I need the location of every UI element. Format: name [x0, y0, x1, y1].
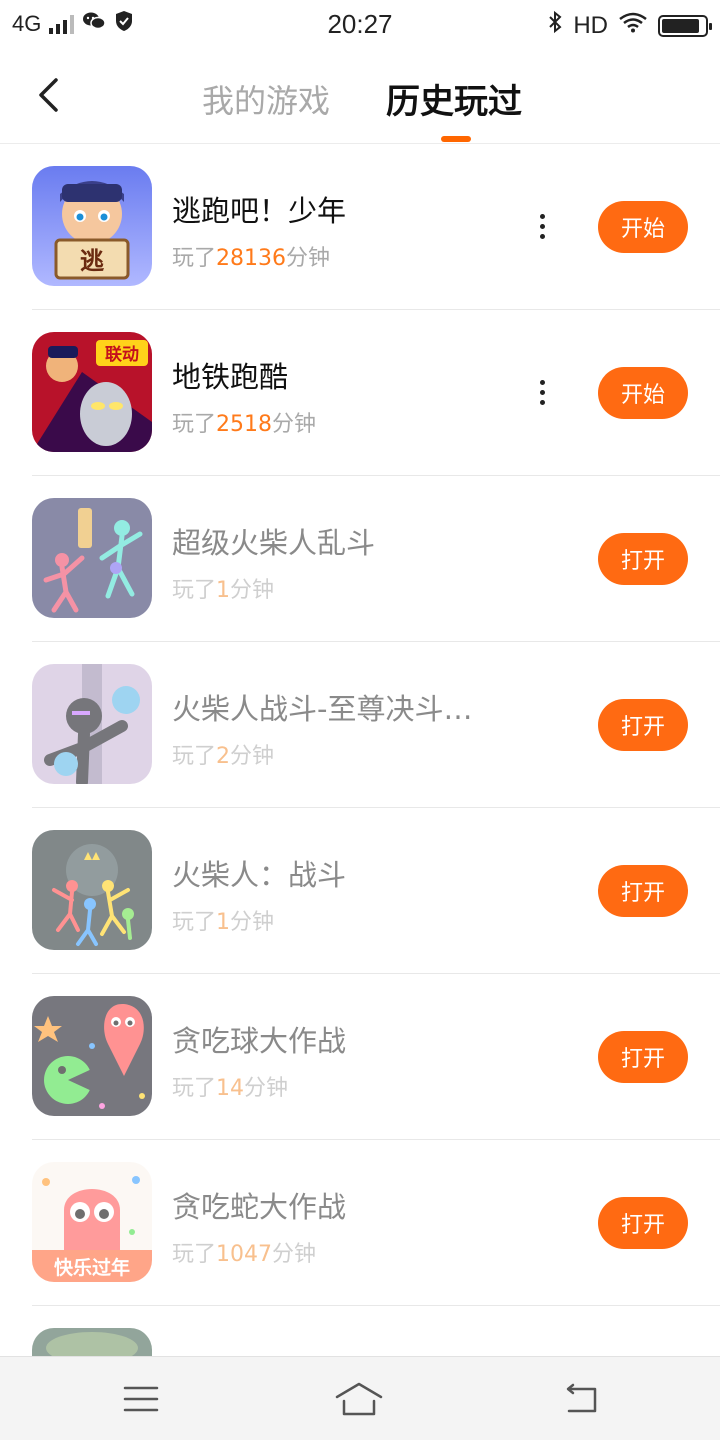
snake-battle-game-icon: 快乐过年	[32, 1162, 152, 1282]
game-row[interactable]: 火柴人：战斗 玩了1分钟 打开	[0, 808, 720, 974]
stickman-brawl-game-icon	[32, 498, 152, 618]
game-row[interactable]: 超级火柴人乱斗 玩了1分钟 打开	[0, 476, 720, 642]
game-title: 地铁跑酷	[172, 360, 289, 394]
game-title: 逃跑吧！少年	[172, 194, 347, 228]
wifi-icon	[618, 11, 648, 40]
play-minutes: 1047	[216, 1242, 273, 1267]
play-time-suffix: 分钟	[230, 744, 275, 769]
play-minutes: 14	[216, 1076, 245, 1101]
chevron-left-icon	[39, 78, 58, 112]
hd-label: HD	[573, 11, 608, 39]
play-time-suffix: 分钟	[286, 246, 331, 271]
active-tab-indicator	[441, 136, 471, 142]
play-minutes: 2	[216, 744, 231, 769]
status-right: HD	[547, 10, 712, 41]
system-navigation-bar	[0, 1356, 720, 1440]
open-button[interactable]: 打开	[598, 865, 688, 917]
tab-history-played[interactable]: 历史玩过	[386, 74, 522, 123]
game-row[interactable]: 逃 逃跑吧！少年 玩了28136分钟 开始	[0, 144, 720, 310]
stickman-fight-game-icon	[32, 830, 152, 950]
open-button[interactable]: 打开	[598, 533, 688, 585]
back-button[interactable]	[26, 70, 70, 120]
play-time-prefix: 玩了	[172, 910, 217, 935]
game-title: 贪吃蛇大作战	[172, 1190, 347, 1224]
escape-boy-game-icon: 逃	[32, 166, 152, 286]
play-minutes: 28136	[216, 246, 287, 271]
more-options-icon[interactable]	[530, 206, 554, 246]
battery-icon	[658, 14, 712, 37]
play-minutes: 2518	[216, 412, 273, 437]
more-options-icon[interactable]	[530, 372, 554, 412]
game-title: 超级火柴人乱斗	[172, 526, 376, 560]
start-button[interactable]: 开始	[598, 201, 688, 253]
play-time-prefix: 玩了	[172, 744, 217, 769]
game-title: 贪吃球大作战	[172, 1024, 347, 1058]
play-time: 玩了1分钟	[172, 572, 274, 604]
play-time: 玩了1分钟	[172, 904, 274, 936]
home-icon[interactable]	[334, 1377, 384, 1421]
open-button[interactable]: 打开	[598, 699, 688, 751]
bluetooth-icon	[547, 10, 563, 41]
play-time: 玩了14分钟	[172, 1070, 288, 1102]
ball-battle-game-icon	[32, 996, 152, 1116]
game-list: 逃 逃跑吧！少年 玩了28136分钟 开始 联动 地铁跑酷 玩了2518分钟 开…	[0, 144, 720, 1440]
game-title: 火柴人战斗-至尊决斗…	[172, 692, 473, 726]
open-button[interactable]: 打开	[598, 1197, 688, 1249]
game-row[interactable]: 火柴人战斗-至尊决斗… 玩了2分钟 打开	[0, 642, 720, 808]
game-row[interactable]: 快乐过年 贪吃蛇大作战 玩了1047分钟 打开	[0, 1140, 720, 1306]
play-time-prefix: 玩了	[172, 412, 217, 437]
icon-badge: 快乐过年	[54, 1256, 130, 1279]
play-time-suffix: 分钟	[272, 1242, 317, 1267]
play-time-prefix: 玩了	[172, 1242, 217, 1267]
play-time-prefix: 玩了	[172, 578, 217, 603]
play-time-prefix: 玩了	[172, 246, 217, 271]
play-minutes: 1	[216, 578, 231, 603]
header: 我的游戏 历史玩过	[0, 50, 720, 144]
play-time-suffix: 分钟	[230, 910, 275, 935]
screen: 4G 20:27 HD 我的游戏 历史玩过 逃 逃跑吧！少年 玩了28136分钟…	[0, 0, 720, 1440]
play-time: 玩了28136分钟	[172, 240, 330, 272]
game-row[interactable]: 贪吃球大作战 玩了14分钟 打开	[0, 974, 720, 1140]
play-time-suffix: 分钟	[272, 412, 317, 437]
start-button[interactable]: 开始	[598, 367, 688, 419]
play-time-prefix: 玩了	[172, 1076, 217, 1101]
play-time-suffix: 分钟	[244, 1076, 289, 1101]
play-time: 玩了2518分钟	[172, 406, 316, 438]
back-icon[interactable]	[556, 1377, 606, 1421]
play-time-suffix: 分钟	[230, 578, 275, 603]
menu-icon[interactable]	[116, 1377, 166, 1421]
svg-text:逃: 逃	[80, 247, 104, 275]
play-time: 玩了1047分钟	[172, 1236, 316, 1268]
play-time: 玩了2分钟	[172, 738, 274, 770]
icon-badge: 联动	[105, 345, 139, 365]
subway-surf-game-icon: 联动	[32, 332, 152, 452]
game-title: 火柴人：战斗	[172, 858, 347, 892]
open-button[interactable]: 打开	[598, 1031, 688, 1083]
status-bar: 4G 20:27 HD	[0, 0, 720, 50]
tab-my-games[interactable]: 我的游戏	[202, 76, 330, 122]
game-row[interactable]: 联动 地铁跑酷 玩了2518分钟 开始	[0, 310, 720, 476]
stickman-duel-game-icon	[32, 664, 152, 784]
play-minutes: 1	[216, 910, 231, 935]
